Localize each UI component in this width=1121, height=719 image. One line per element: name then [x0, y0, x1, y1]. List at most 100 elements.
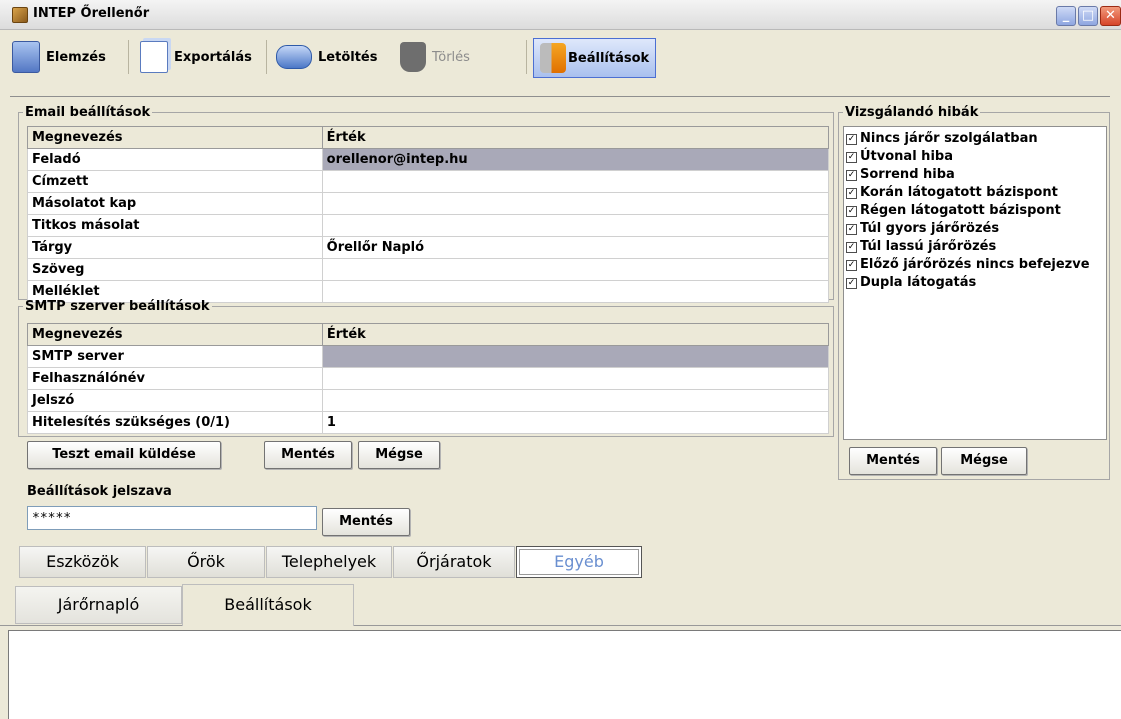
checkbox-checked-icon[interactable]: ✓	[846, 277, 857, 289]
row-value[interactable]: Őrellőr Napló	[321, 236, 830, 259]
error-check-label: Nincs járőr szolgálatban	[860, 131, 1038, 146]
title-bar	[0, 0, 1121, 30]
row-value[interactable]	[321, 345, 830, 368]
tab-telephelyek[interactable]: Telephelyek	[266, 546, 392, 578]
row-key: Tárgy	[27, 236, 323, 259]
table-header-row: Megnevezés Érték	[27, 126, 830, 149]
window-title: INTEP Őrellenőr	[33, 6, 150, 21]
error-check-item[interactable]: ✓ Dupla látogatás	[846, 274, 1104, 292]
row-key: Felhasználónév	[27, 367, 323, 390]
row-key: Titkos másolat	[27, 214, 323, 237]
error-check-label: Régen látogatott bázispont	[860, 203, 1061, 218]
settings-password-label: Beállítások jelszava	[27, 484, 172, 499]
error-check-item[interactable]: ✓ Régen látogatott bázispont	[846, 202, 1104, 220]
cancel-email-settings-button[interactable]: Mégse	[358, 441, 440, 469]
table-row[interactable]: Szöveg	[27, 258, 830, 281]
row-key: Szöveg	[27, 258, 323, 281]
checkbox-checked-icon[interactable]: ✓	[846, 169, 857, 181]
letoltes-button[interactable]: Letöltés	[276, 40, 377, 74]
checkbox-checked-icon[interactable]: ✓	[846, 259, 857, 271]
column-header-value: Érték	[321, 323, 830, 346]
table-row[interactable]: Felhasználónév	[27, 367, 830, 390]
close-button[interactable]: ✕	[1100, 6, 1121, 26]
trash-icon	[400, 42, 426, 72]
exportalas-button[interactable]: Exportálás	[140, 40, 252, 74]
tab-strip-divider	[0, 625, 1121, 626]
checkbox-checked-icon[interactable]: ✓	[846, 187, 857, 199]
tab-jarornaplo[interactable]: Járőrnapló	[15, 586, 182, 624]
row-key: Feladó	[27, 148, 323, 171]
checkbox-checked-icon[interactable]: ✓	[846, 205, 857, 217]
bottom-content-area	[8, 630, 1121, 719]
settings-password-input[interactable]	[27, 506, 317, 530]
error-check-label: Korán látogatott bázispont	[860, 185, 1058, 200]
tab-eszkozok[interactable]: Eszközök	[19, 546, 146, 578]
row-value[interactable]	[321, 367, 830, 390]
checkbox-checked-icon[interactable]: ✓	[846, 223, 857, 235]
row-value[interactable]	[321, 258, 830, 281]
toolbar-separator	[128, 40, 129, 74]
errors-legend: Vizsgálandó hibák	[845, 105, 979, 120]
cancel-errors-button[interactable]: Mégse	[941, 447, 1027, 475]
tab-beallitasok[interactable]: Beállítások	[182, 584, 354, 626]
row-key: Másolatot kap	[27, 192, 323, 215]
email-settings-legend: Email beállítások	[25, 105, 151, 120]
smtp-settings-legend: SMTP szerver beállítások	[25, 299, 210, 314]
table-row[interactable]: Jelszó	[27, 389, 830, 412]
exportalas-label: Exportálás	[174, 49, 252, 65]
row-value[interactable]	[321, 170, 830, 193]
checkbox-checked-icon[interactable]: ✓	[846, 133, 857, 145]
letoltes-label: Letöltés	[318, 49, 378, 65]
elemzes-button[interactable]: Elemzés	[12, 40, 106, 74]
column-header-name: Megnevezés	[27, 323, 323, 346]
row-value[interactable]: orellenor@intep.hu	[321, 148, 830, 171]
toolbar-separator	[266, 40, 267, 74]
checkbox-checked-icon[interactable]: ✓	[846, 241, 857, 253]
maximize-button[interactable]: □	[1078, 6, 1098, 26]
error-check-item[interactable]: ✓ Nincs járőr szolgálatban	[846, 130, 1104, 148]
table-row[interactable]: Titkos másolat	[27, 214, 830, 237]
save-errors-button[interactable]: Mentés	[849, 447, 937, 475]
torles-label: Törlés	[432, 49, 470, 65]
calculator-icon	[12, 41, 40, 73]
tab-orjaratok[interactable]: Őrjáratok	[393, 546, 515, 578]
torles-button[interactable]: Törlés	[400, 40, 470, 74]
row-value[interactable]	[321, 214, 830, 237]
table-row[interactable]: Feladó orellenor@intep.hu	[27, 148, 830, 171]
row-key: Jelszó	[27, 389, 323, 412]
send-test-email-button[interactable]: Teszt email küldése	[27, 441, 221, 469]
minimize-button[interactable]: _	[1056, 6, 1076, 26]
tab-egyeb[interactable]: Egyéb	[516, 546, 642, 578]
error-check-item[interactable]: ✓ Sorrend hiba	[846, 166, 1104, 184]
table-row[interactable]: Címzett	[27, 170, 830, 193]
elemzes-label: Elemzés	[46, 49, 106, 65]
save-email-settings-button[interactable]: Mentés	[264, 441, 352, 469]
email-settings-table: Megnevezés Érték Feladó orellenor@intep.h…	[27, 126, 830, 303]
error-check-item[interactable]: ✓ Korán látogatott bázispont	[846, 184, 1104, 202]
row-value[interactable]	[321, 389, 830, 412]
column-header-name: Megnevezés	[27, 126, 323, 149]
smtp-settings-table: Megnevezés Érték SMTP server Felhasználó…	[27, 323, 830, 434]
error-check-item[interactable]: ✓ Túl gyors járőrözés	[846, 220, 1104, 238]
tab-orok[interactable]: Őrök	[147, 546, 265, 578]
beallitasok-button[interactable]: Beállítások	[533, 38, 657, 78]
row-value[interactable]: 1	[321, 411, 830, 434]
error-check-label: Túl gyors járőrözés	[860, 221, 1000, 236]
save-password-button[interactable]: Mentés	[322, 508, 410, 536]
error-check-item[interactable]: ✓ Útvonal hiba	[846, 148, 1104, 166]
table-row[interactable]: SMTP server	[27, 345, 830, 368]
column-header-value: Érték	[321, 126, 830, 149]
checkbox-checked-icon[interactable]: ✓	[846, 151, 857, 163]
toolbar-separator	[526, 40, 527, 74]
table-row[interactable]: Másolatot kap	[27, 192, 830, 215]
error-check-item[interactable]: ✓ Előző járőrözés nincs befejezve	[846, 256, 1104, 274]
tools-icon	[540, 43, 566, 73]
document-icon	[140, 41, 168, 73]
error-check-label: Előző járőrözés nincs befejezve	[860, 257, 1090, 272]
error-check-item[interactable]: ✓ Túl lassú járőrözés	[846, 238, 1104, 256]
table-row[interactable]: Tárgy Őrellőr Napló	[27, 236, 830, 259]
beallitasok-label: Beállítások	[568, 50, 650, 66]
table-row[interactable]: Hitelesítés szükséges (0/1) 1	[27, 411, 830, 434]
row-key: Címzett	[27, 170, 323, 193]
row-value[interactable]	[321, 192, 830, 215]
